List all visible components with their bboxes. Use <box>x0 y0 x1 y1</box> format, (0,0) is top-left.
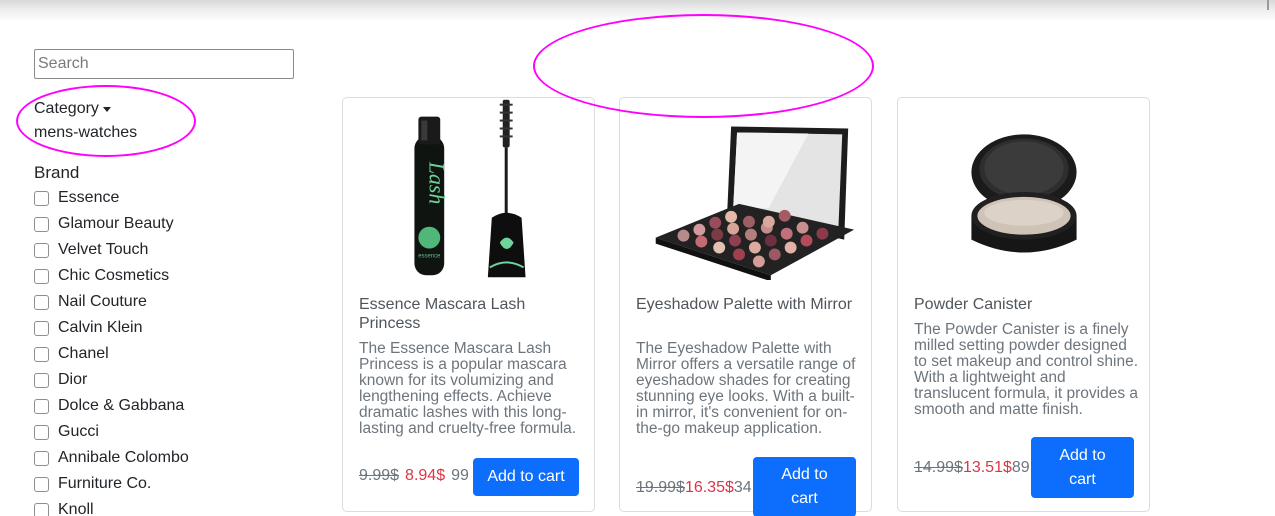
brand-checkbox[interactable] <box>34 372 49 388</box>
brand-item[interactable]: Dior <box>34 367 294 393</box>
price-row: 19.99$ 16.35$ 34 <box>636 479 752 497</box>
price-row: 14.99$ 13.51$ 89 <box>914 459 1030 477</box>
svg-text:essence: essence <box>418 253 441 259</box>
brand-label: Chanel <box>58 345 109 362</box>
brand-checkbox[interactable] <box>34 476 49 492</box>
stock-count: 99 <box>451 467 469 484</box>
search-input[interactable] <box>34 49 294 79</box>
sale-price: 16.35$ <box>684 479 734 496</box>
category-dropdown[interactable]: Category <box>34 97 294 121</box>
brand-list: Essence Glamour Beauty Velvet Touch Chic… <box>34 185 294 516</box>
brand-label: Annibale Colombo <box>58 449 189 466</box>
brand-item[interactable]: Essence <box>34 185 294 211</box>
selected-category: mens-watches <box>34 124 138 141</box>
brand-label: Nail Couture <box>58 293 147 310</box>
product-title[interactable]: Essence Mascara Lash Princess <box>359 295 584 333</box>
brand-checkbox[interactable] <box>34 320 49 336</box>
powder-compact-image <box>971 134 1077 253</box>
brand-checkbox[interactable] <box>34 294 49 310</box>
sale-price: 13.51$ <box>962 459 1012 476</box>
brand-item[interactable]: Glamour Beauty <box>34 211 294 237</box>
brand-label: Essence <box>58 189 120 206</box>
brand-checkbox[interactable] <box>34 450 49 466</box>
brand-checkbox[interactable] <box>34 398 49 414</box>
product-card: Lash essence Essence Mascara Lash Prince… <box>342 97 595 512</box>
scrollbar-edge <box>1267 0 1269 10</box>
brand-label: Velvet Touch <box>58 241 149 258</box>
sale-price: 8.94$ <box>405 467 446 484</box>
brand-label: Calvin Klein <box>58 319 143 336</box>
brand-item[interactable]: Dolce & Gabbana <box>34 393 294 419</box>
top-bar <box>0 0 1275 22</box>
brand-item[interactable]: Calvin Klein <box>34 315 294 341</box>
price-row: 9.99$ 8.94$ 99 <box>359 467 469 485</box>
add-to-cart-button[interactable]: Add to cart <box>473 458 579 496</box>
stock-count: 34 <box>733 479 752 496</box>
brand-label: Chic Cosmetics <box>58 267 170 284</box>
product-card: Eyeshadow Palette with Mirror The Eyesha… <box>619 97 872 516</box>
add-to-cart-button[interactable]: Add to cart <box>1031 437 1134 498</box>
category-label: Category <box>34 100 99 117</box>
brand-item[interactable]: Velvet Touch <box>34 237 294 263</box>
brand-item[interactable]: Chic Cosmetics <box>34 263 294 289</box>
product-title[interactable]: Eyeshadow Palette with Mirror <box>636 295 861 314</box>
brand-item[interactable]: Annibale Colombo <box>34 445 294 471</box>
original-price: 14.99$ <box>914 459 963 476</box>
brand-checkbox[interactable] <box>34 242 49 258</box>
brand-item[interactable]: Gucci <box>34 419 294 445</box>
brand-label: Glamour Beauty <box>58 215 174 232</box>
product-description: The Essence Mascara Lash Princess is a p… <box>359 340 577 437</box>
brand-item[interactable]: Knoll <box>34 497 294 516</box>
brand-item[interactable]: Furniture Co. <box>34 471 294 497</box>
brand-item[interactable]: Nail Couture <box>34 289 294 315</box>
filter-sidebar: Category mens-watches Brand Essence Glam… <box>34 49 294 516</box>
brand-checkbox[interactable] <box>34 346 49 362</box>
brand-checkbox[interactable] <box>34 216 49 232</box>
brand-label: Furniture Co. <box>58 475 152 492</box>
product-title[interactable]: Powder Canister <box>914 295 1139 314</box>
brand-label: Dolce & Gabbana <box>58 397 185 414</box>
brand-checkbox[interactable] <box>34 190 49 206</box>
brand-label: Gucci <box>58 423 99 440</box>
brand-item[interactable]: Chanel <box>34 341 294 367</box>
original-price: 9.99$ <box>359 467 400 484</box>
brand-checkbox[interactable] <box>34 268 49 284</box>
brand-label: Knoll <box>58 501 94 516</box>
caret-down-icon <box>102 106 111 112</box>
brand-checkbox[interactable] <box>34 502 49 516</box>
product-card: Powder Canister The Powder Canister is a… <box>897 97 1150 512</box>
brand-label: Dior <box>58 371 88 388</box>
product-description: The Powder Canister is a finely milled s… <box>914 321 1139 418</box>
mascara-image: Lash essence <box>414 99 526 278</box>
brand-checkbox[interactable] <box>34 424 49 440</box>
product-description: The Eyeshadow Palette with Mirror offers… <box>636 340 856 437</box>
add-to-cart-button[interactable]: Add to cart <box>753 457 856 516</box>
brand-heading: Brand <box>34 163 80 182</box>
svg-text:Lash: Lash <box>424 161 448 204</box>
stock-count: 89 <box>1011 459 1030 476</box>
original-price: 19.99$ <box>636 479 685 496</box>
eyeshadow-palette-image <box>655 126 855 280</box>
